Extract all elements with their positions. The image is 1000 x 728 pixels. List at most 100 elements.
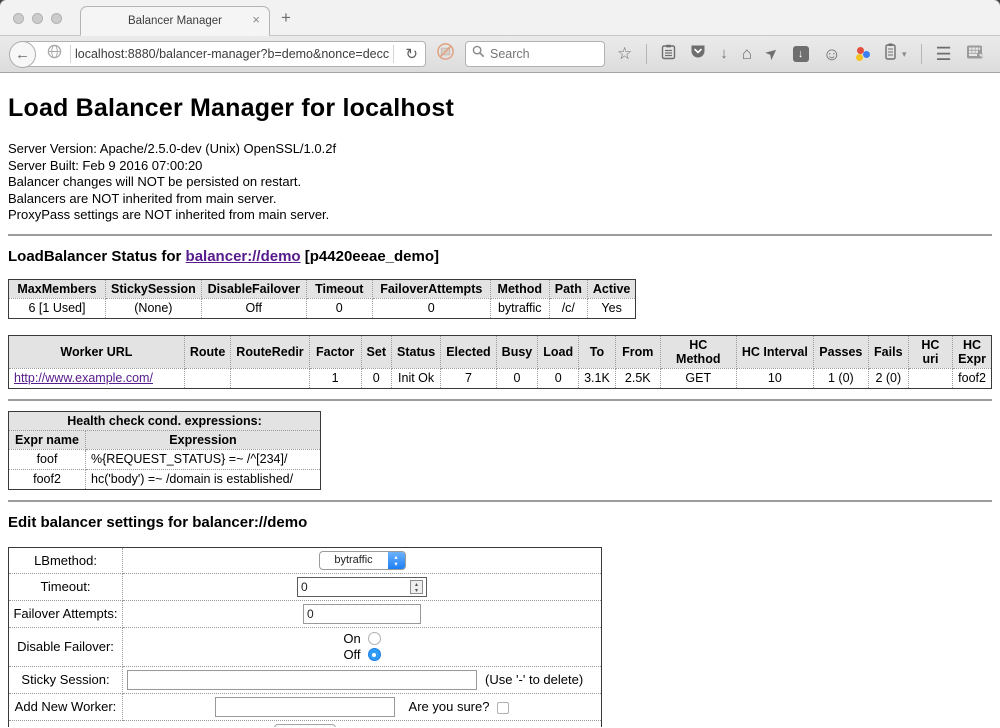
address-input[interactable] xyxy=(75,47,389,61)
back-button[interactable]: ← xyxy=(9,41,36,68)
lbmethod-row: LBmethod: bytraffic ▴▾ xyxy=(9,547,602,573)
window-minimize-button[interactable] xyxy=(32,13,43,24)
toolbar-separator xyxy=(646,44,647,64)
col-hc-interval: HC Interval xyxy=(736,335,813,368)
add-worker-input[interactable] xyxy=(215,697,395,717)
submit-button[interactable]: Submit xyxy=(274,724,335,728)
col-busy: Busy xyxy=(496,335,538,368)
cell-busy: 0 xyxy=(496,368,538,388)
new-tab-button[interactable]: + xyxy=(281,8,291,28)
content-blocked-icon[interactable] xyxy=(436,42,455,66)
notice-line: Balancer changes will NOT be persisted o… xyxy=(8,174,992,191)
cell-routeredir xyxy=(231,368,309,388)
cell-active: Yes xyxy=(587,298,636,318)
divider xyxy=(8,500,992,502)
cell-expr-name: foof2 xyxy=(9,469,86,489)
col-active: Active xyxy=(587,279,636,298)
balancer-demo-link[interactable]: balancer://demo xyxy=(186,248,301,265)
divider xyxy=(8,234,992,236)
urlbar-divider xyxy=(393,45,394,63)
download-panel-icon[interactable]: ↓ xyxy=(793,46,809,62)
toolbar-separator xyxy=(921,44,922,64)
browser-window: Balancer Manager × + ← ↻ ☆ xyxy=(0,0,1000,728)
table-header-row: Expr name Expression xyxy=(9,430,321,449)
search-input[interactable] xyxy=(490,47,590,61)
menu-icon[interactable]: ☰ xyxy=(936,46,952,62)
sticky-session-row: Sticky Session: (Use '-' to delete) xyxy=(9,666,602,693)
col-status: Status xyxy=(392,335,441,368)
col-hc-uri: HC uri xyxy=(908,335,952,368)
cell-failoverattempts: 0 xyxy=(372,298,490,318)
col-method: Method xyxy=(490,279,549,298)
url-bar[interactable]: ↻ xyxy=(22,41,426,67)
cell-from: 2.5K xyxy=(615,368,660,388)
cell-set: 0 xyxy=(361,368,391,388)
table-row: 6 [1 Used] (None) Off 0 0 bytraffic /c/ … xyxy=(9,298,636,318)
worker-url-link[interactable]: http://www.example.com/ xyxy=(14,371,153,385)
navigation-toolbar: ← ↻ ☆ ↓ xyxy=(0,36,1000,73)
cell-route xyxy=(184,368,230,388)
reload-icon[interactable]: ↻ xyxy=(398,45,425,63)
pocket-icon[interactable] xyxy=(690,44,706,64)
tab-close-icon[interactable]: × xyxy=(252,13,260,27)
col-set: Set xyxy=(361,335,391,368)
send-icon[interactable]: ➤ xyxy=(762,44,782,64)
timeout-input[interactable] xyxy=(297,577,427,597)
cell-status: Init Ok xyxy=(392,368,441,388)
col-maxmembers: MaxMembers xyxy=(9,279,106,298)
cell-passes: 1 (0) xyxy=(813,368,868,388)
col-disablefailover: DisableFailover xyxy=(201,279,306,298)
sticky-session-input[interactable] xyxy=(127,670,477,690)
extension-dots-icon[interactable] xyxy=(855,46,871,62)
failover-attempts-input[interactable] xyxy=(303,604,421,624)
feedback-smiley-icon[interactable]: ☺ xyxy=(823,46,841,62)
health-check-table: Health check cond. expressions: Expr nam… xyxy=(8,411,321,490)
disable-failover-off-radio[interactable] xyxy=(368,648,381,661)
sticky-session-label: Sticky Session: xyxy=(9,666,123,693)
home-icon[interactable]: ⌂ xyxy=(742,46,752,62)
lbmethod-label: LBmethod: xyxy=(9,547,123,573)
radio-off-label: Off xyxy=(343,647,360,663)
timeout-label: Timeout: xyxy=(9,573,123,600)
are-you-sure-checkbox[interactable] xyxy=(497,702,509,714)
reading-list-icon[interactable] xyxy=(661,44,676,65)
disable-failover-on-radio[interactable] xyxy=(368,632,381,645)
col-stickysession: StickySession xyxy=(106,279,202,298)
search-bar[interactable] xyxy=(465,41,605,67)
keyboard-extension-icon[interactable] xyxy=(966,44,983,65)
cell-maxmembers: 6 [1 Used] xyxy=(9,298,106,318)
balancer-status-table: MaxMembers StickySession DisableFailover… xyxy=(8,279,636,319)
table-row: foof %{REQUEST_STATUS} =~ /^[234]/ xyxy=(9,449,321,469)
disable-failover-row: Disable Failover: On Off xyxy=(9,627,602,666)
downloads-icon[interactable]: ↓ xyxy=(720,46,728,62)
col-hc-expr: HC Expr xyxy=(953,335,992,368)
col-failoverattempts: FailoverAttempts xyxy=(372,279,490,298)
number-spinner-icon[interactable]: ▴▾ xyxy=(410,580,423,594)
window-close-button[interactable] xyxy=(13,13,24,24)
clipboard-extension-icon[interactable] xyxy=(885,43,896,65)
add-worker-row: Add New Worker: Are you sure? xyxy=(9,693,602,720)
cell-stickysession: (None) xyxy=(106,298,202,318)
tab-balancer-manager[interactable]: Balancer Manager × xyxy=(80,6,270,36)
lbmethod-selected-value: bytraffic xyxy=(320,552,388,569)
edit-balancer-form: LBmethod: bytraffic ▴▾ Timeout: xyxy=(8,547,602,728)
lbmethod-select[interactable]: bytraffic ▴▾ xyxy=(319,551,406,570)
col-fails: Fails xyxy=(868,335,908,368)
submit-row: Submit xyxy=(9,720,602,727)
sticky-session-note: (Use '-' to delete) xyxy=(485,672,583,687)
page-content: Load Balancer Manager for localhost Serv… xyxy=(0,73,1000,727)
window-zoom-button[interactable] xyxy=(51,13,62,24)
bookmark-star-icon[interactable]: ☆ xyxy=(617,46,632,62)
cell-hc-method: GET xyxy=(660,368,736,388)
col-timeout: Timeout xyxy=(306,279,372,298)
overflow-caret-icon[interactable]: ▾ xyxy=(902,49,907,60)
window-controls xyxy=(13,13,62,24)
col-load: Load xyxy=(538,335,579,368)
cell-expr-name: foof xyxy=(9,449,86,469)
cell-to: 3.1K xyxy=(579,368,616,388)
col-path: Path xyxy=(549,279,587,298)
col-route: Route xyxy=(184,335,230,368)
server-built-line: Server Built: Feb 9 2016 07:00:20 xyxy=(8,158,992,175)
cell-disablefailover: Off xyxy=(201,298,306,318)
notice-line: Balancers are NOT inherited from main se… xyxy=(8,191,992,208)
